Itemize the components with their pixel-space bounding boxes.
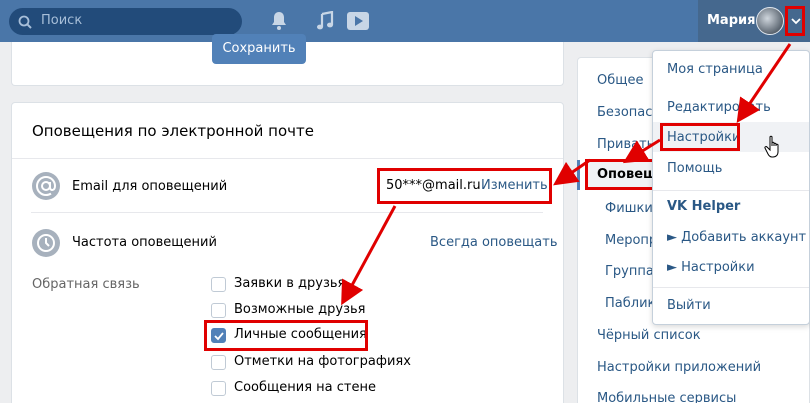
dropdown-my-page[interactable]: Моя страница: [667, 62, 763, 77]
checkbox-label[interactable]: Возможные друзья: [234, 302, 365, 317]
settings-highlight-box: [660, 123, 740, 151]
feedback-label: Обратная связь: [32, 277, 140, 292]
save-button[interactable]: Сохранить: [212, 34, 306, 64]
frequency-label: Частота оповещений: [72, 235, 217, 250]
music-icon[interactable]: [316, 10, 334, 35]
dropdown-edit[interactable]: Редактировать: [667, 100, 771, 115]
frequency-dropdown[interactable]: Всегда оповещать: [430, 235, 558, 250]
clock-icon: [32, 229, 60, 257]
user-dropdown-menu: [652, 50, 810, 325]
checkbox-label[interactable]: Отметки на фотографиях: [234, 354, 411, 369]
checkbox[interactable]: [211, 303, 226, 318]
settings-nav-features[interactable]: Фишки: [605, 201, 653, 216]
checkbox-label[interactable]: Сообщения на стене: [234, 380, 376, 395]
settings-nav-blacklist[interactable]: Чёрный список: [597, 328, 701, 343]
email-label: Email для оповещений: [72, 179, 228, 194]
settings-nav-public[interactable]: Паблик: [605, 296, 655, 311]
checkbox[interactable]: [211, 381, 226, 396]
hand-cursor-icon: [764, 135, 782, 163]
dropdown-help[interactable]: Помощь: [667, 161, 722, 176]
card-title: Оповещения по электронной почте: [32, 122, 314, 140]
email-highlight-box: [377, 168, 552, 204]
user-name[interactable]: Мария: [707, 13, 755, 28]
settings-nav-group[interactable]: Группа: [605, 264, 654, 279]
dropdown-section-title: VK Helper: [667, 199, 741, 214]
video-play-icon[interactable]: [346, 11, 370, 35]
dropdown-add-account[interactable]: ► Добавить аккаунт: [667, 230, 806, 245]
settings-nav-mobile[interactable]: Мобильные сервисы: [597, 391, 736, 403]
search-placeholder: Поиск: [41, 13, 83, 28]
search-icon: [18, 15, 32, 33]
at-sign-icon: [32, 172, 60, 200]
checkbox[interactable]: [211, 277, 226, 292]
search-input[interactable]: Поиск: [9, 8, 242, 35]
checkbox-label[interactable]: Заявки в друзья: [234, 276, 345, 291]
messages-highlight-box: [204, 320, 368, 351]
dropdown-helper-settings[interactable]: ► Настройки: [667, 260, 755, 275]
settings-nav-app-settings[interactable]: Настройки приложений: [597, 360, 761, 375]
notifications-bell-icon[interactable]: [270, 11, 288, 35]
divider: [31, 212, 543, 213]
settings-nav-privacy[interactable]: Приватн: [597, 137, 655, 152]
card-header: Оповещения по электронной почте: [12, 103, 563, 159]
dropdown-divider: [653, 190, 809, 191]
user-menu-toggle[interactable]: [785, 6, 805, 36]
chevron-down-icon: [791, 18, 801, 25]
settings-nav-notifications[interactable]: Оповещен: [585, 159, 675, 190]
settings-nav-events[interactable]: Меропр: [605, 233, 657, 248]
avatar[interactable]: [756, 7, 784, 35]
checkbox[interactable]: [211, 355, 226, 370]
settings-nav-general[interactable]: Общее: [597, 73, 644, 88]
dropdown-logout[interactable]: Выйти: [667, 298, 711, 313]
active-indicator: [577, 160, 580, 190]
dropdown-divider: [653, 287, 809, 288]
